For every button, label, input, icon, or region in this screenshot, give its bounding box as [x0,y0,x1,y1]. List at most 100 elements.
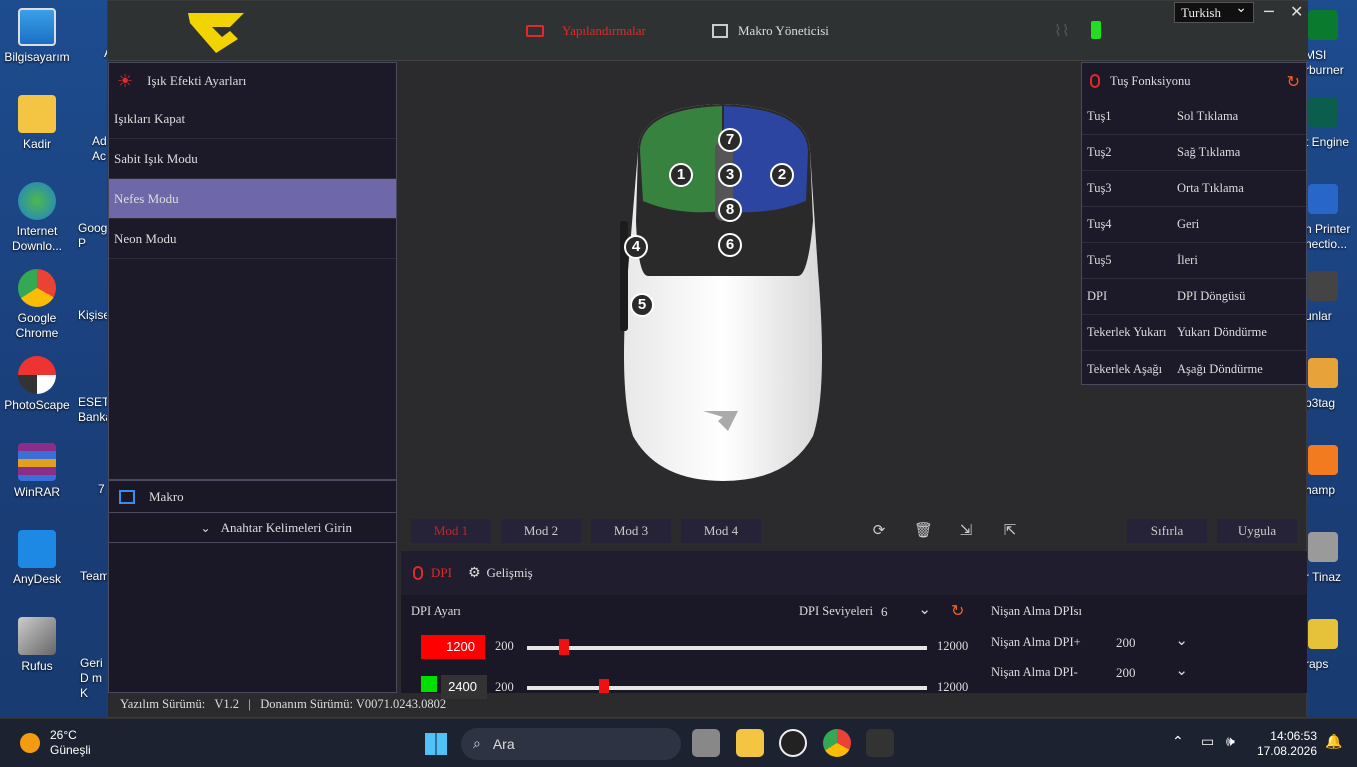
xampp-icon[interactable] [1308,445,1338,475]
import-icon[interactable]: ⇲ [957,521,975,539]
button-marker-3[interactable]: 3 [718,163,742,187]
tab-dpi[interactable]: DPI [431,565,452,581]
mouse-software-icon[interactable] [866,729,894,757]
gamepad-icon[interactable] [1308,271,1338,301]
dpi-color-swatch[interactable]: 1200 [421,635,485,659]
desktop-label-partial: MSI rburner [1305,48,1344,77]
mouse-icon [1090,74,1100,88]
refresh-icon[interactable]: ↻ [951,601,964,620]
printer-icon[interactable] [1308,184,1338,214]
keyword-search[interactable]: ⌄ Anahtar Kelimeleri Girin [109,513,396,543]
mode-1-button[interactable]: Mod 1 [411,519,491,543]
desktop-icon-rufus[interactable]: Rufus [0,617,74,674]
light-mode-breathing[interactable]: Nefes Modu [109,179,396,219]
key-row[interactable]: Tuş2 Sağ Tıklama [1082,135,1306,171]
close-button[interactable]: ✕ [1290,2,1303,21]
mouse-image [620,104,822,481]
search-icon: ⌕ [473,736,481,752]
chrome-icon [18,269,56,307]
file-explorer-icon[interactable] [736,729,764,757]
tab-macro-manager[interactable]: Makro Yöneticisi [712,23,829,39]
version-status: Yazılım Sürümü: V1.2 | Donanım Sürümü: V… [120,697,447,711]
dpi-slider-thumb[interactable] [599,679,609,693]
key-row[interactable]: DPI DPI Döngüsü [1082,279,1306,315]
button-marker-2[interactable]: 2 [770,163,794,187]
chrome-icon[interactable] [823,729,851,757]
macro-panel: Makro ⌄ Anahtar Kelimeleri Girin [108,480,397,693]
network-icon[interactable]: ▭ [1201,734,1214,750]
light-mode-static[interactable]: Sabit Işık Modu [109,139,396,179]
desktop-icon-photoscape[interactable]: PhotoScape [0,356,74,413]
button-marker-4[interactable]: 4 [624,235,648,259]
volume-icon[interactable]: 🕪 [1226,734,1235,750]
battery-icon [1091,21,1101,39]
mode-3-button[interactable]: Mod 3 [591,519,671,543]
desktop-label-partial: Kişise [78,308,111,322]
apply-button[interactable]: Uygula [1217,519,1297,543]
mp3tag-icon[interactable] [1308,358,1338,388]
desktop-label-partial: Goog P [78,221,108,250]
macro-header: Makro [109,481,396,513]
folder-icon[interactable] [1308,532,1338,562]
key-row[interactable]: Tuş3 Orta Tıklama [1082,171,1306,207]
minimize-button[interactable]: ─ [1264,2,1274,21]
weather-widget[interactable]: 26°C Güneşli [20,728,91,758]
aim-dpi-plus-label: Nişan Alma DPI+ [991,635,1081,649]
desktop-label-partial: n Printer nectio... [1305,222,1351,251]
dpi-max: 12000 [937,639,969,653]
dpi-value-field[interactable]: 2400 [441,675,487,699]
button-marker-8[interactable]: 8 [718,198,742,222]
button-marker-1[interactable]: 1 [669,163,693,187]
key-row[interactable]: Tuş5 İleri [1082,243,1306,279]
language-select[interactable]: Turkish [1174,0,1254,23]
desktop-icon-chrome[interactable]: Google Chrome [0,269,74,341]
reset-button[interactable]: Sıfırla [1127,519,1207,543]
chevron-up-icon[interactable]: ⌃ [1172,734,1184,750]
export-icon[interactable]: ⇱ [1001,521,1019,539]
button-marker-7[interactable]: 7 [718,128,742,152]
msi-afterburner-icon[interactable] [1308,10,1338,40]
desktop-icon-anydesk[interactable]: AnyDesk [0,530,74,587]
notification-bell-icon[interactable]: 🔔 [1325,734,1342,750]
refresh-icon[interactable]: ↻ [1287,72,1300,91]
desktop-icon-idm[interactable]: Internet Downlo... [0,182,74,254]
light-mode-neon[interactable]: Neon Modu [109,219,396,259]
key-row[interactable]: Tuş1 Sol Tıklama [1082,99,1306,135]
usb-icon [18,617,56,655]
dpi-slider-track[interactable] [527,686,927,690]
advanced-settings-icon: ⚙ [467,565,481,581]
mode-2-button[interactable]: Mod 2 [501,519,581,543]
tab-advanced[interactable]: Gelişmiş [487,565,533,581]
panel-header: ☀ Işık Efekti Ayarları [117,70,247,92]
button-marker-5[interactable]: 5 [630,293,654,317]
mode-4-button[interactable]: Mod 4 [681,519,761,543]
aim-dpi-plus-select[interactable]: 200 [1116,631,1192,651]
fraps-icon[interactable] [1308,619,1338,649]
aim-dpi-title: Nişan Alma DPIsı [991,604,1082,618]
trash-icon[interactable]: 🗑 [914,521,933,539]
media-player-icon[interactable] [779,729,807,757]
button-marker-6[interactable]: 6 [718,233,742,257]
clock[interactable]: 14:06:53 17.08.2026 [1257,729,1317,759]
dpi-slider-thumb[interactable] [559,639,569,655]
dpi-levels-select[interactable]: 6 [881,600,935,620]
desktop-icon-kadir[interactable]: Kadir [0,95,74,152]
tab-configurations[interactable]: Yapılandırmalar [526,23,646,39]
key-row[interactable]: Tekerlek Aşağı Aşağı Döndürme [1082,351,1306,387]
cheat-engine-icon[interactable] [1308,97,1338,127]
task-view-icon[interactable] [692,729,720,757]
desktop-label-partial: unlar [1305,309,1332,323]
dpi-color-swatch[interactable] [421,676,437,692]
desktop-label-partial: 7 [98,482,105,496]
desktop-icon-winrar[interactable]: WinRAR [0,443,74,500]
key-row[interactable]: Tuş4 Geri [1082,207,1306,243]
aim-dpi-minus-select[interactable]: 200 [1116,661,1192,681]
dpi-slider-track[interactable] [527,646,927,650]
sync-icon[interactable]: ⟳ [870,521,888,539]
light-mode-off[interactable]: Işıkları Kapat [109,99,396,139]
key-row[interactable]: Tekerlek Yukarı Yukarı Döndürme [1082,315,1306,351]
start-button[interactable] [425,733,447,755]
desktop-icon-computer[interactable]: Bilgisayarım [0,8,74,65]
dpi-max: 12000 [937,680,969,694]
search-box[interactable]: ⌕ Ara [461,728,681,760]
